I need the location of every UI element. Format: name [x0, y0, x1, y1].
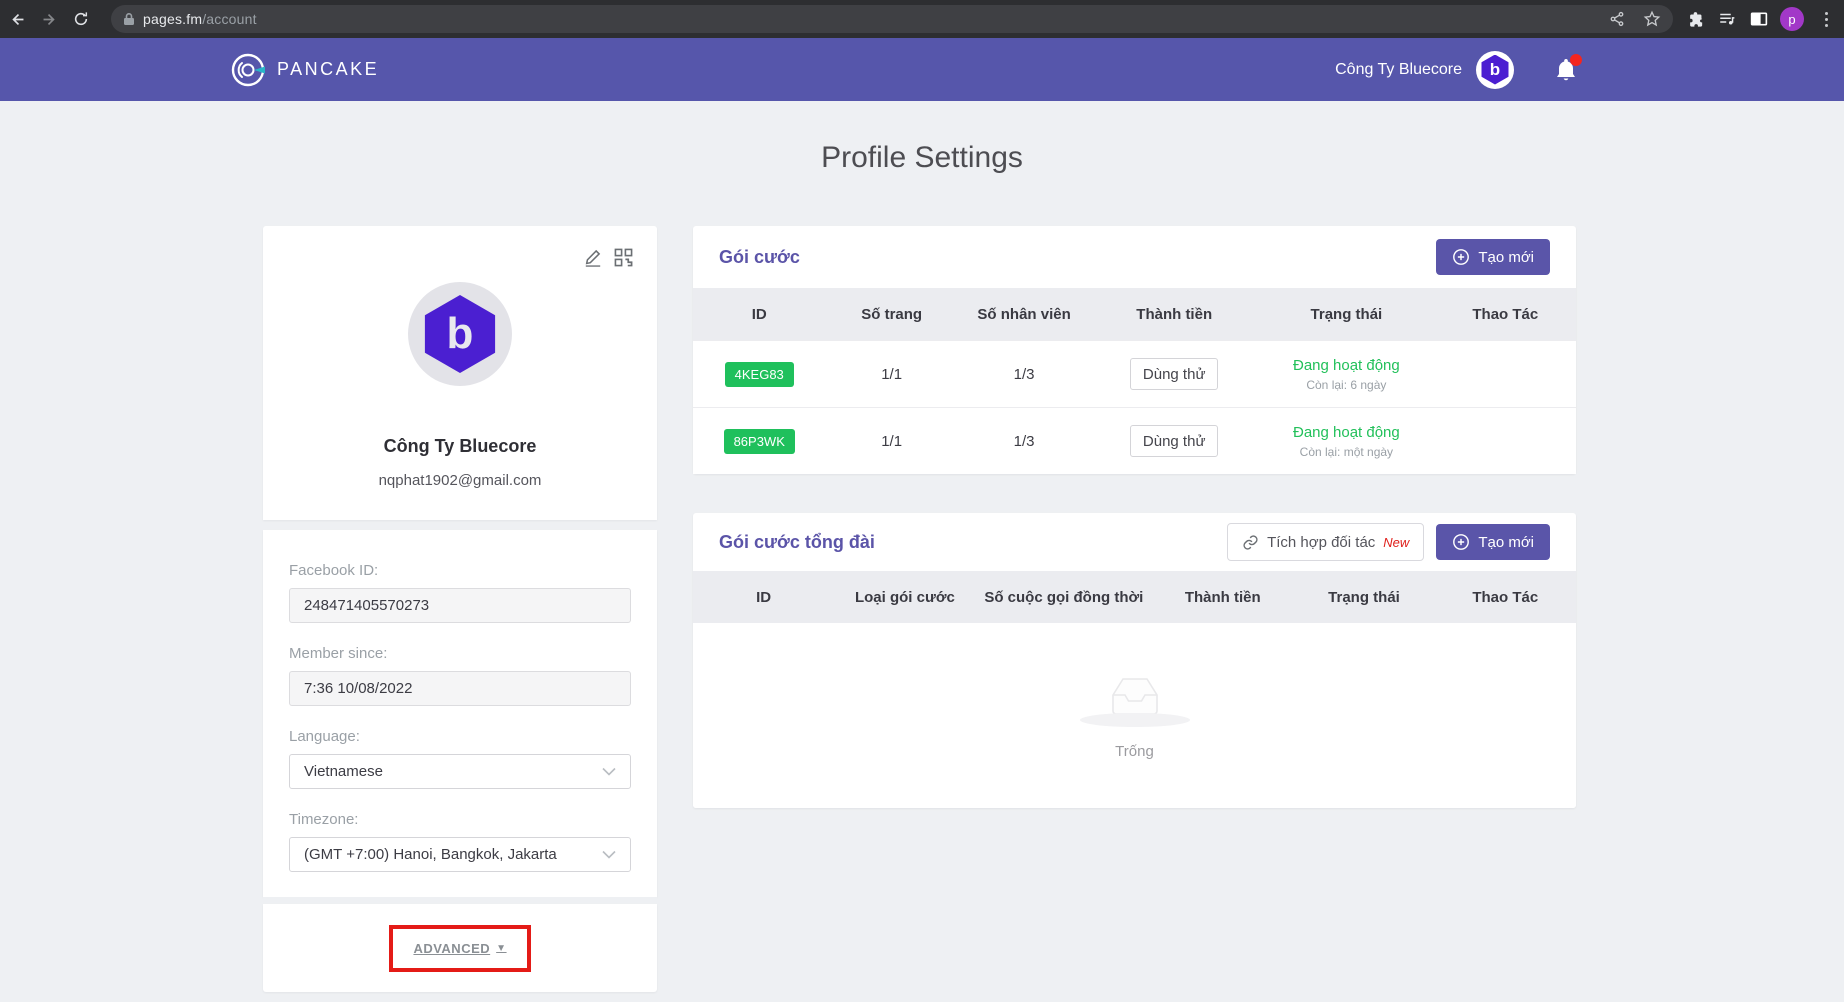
language-label: Language:: [289, 728, 631, 745]
callcenter-card-title: Gói cước tổng đài: [719, 532, 1227, 553]
table-row: 4KEG83 1/1 1/3 Dùng thử Đang hoạt động C…: [693, 340, 1576, 407]
account-name[interactable]: Công Ty Bluecore: [1335, 61, 1462, 79]
profile-card: b Công Ty Bluecore nqphat1902@gmail.com …: [263, 226, 657, 992]
notifications-bell-icon[interactable]: [1554, 57, 1578, 83]
lock-icon: [123, 12, 135, 26]
share-icon[interactable]: [1609, 11, 1625, 27]
profile-name: Công Ty Bluecore: [263, 436, 657, 457]
link-icon: [1242, 534, 1259, 551]
timezone-select[interactable]: (GMT +7:00) Hanoi, Bangkok, Jakarta: [289, 837, 631, 872]
extensions-icon[interactable]: [1685, 8, 1707, 30]
chevron-down-icon: [602, 767, 616, 776]
section-divider: [263, 897, 657, 904]
pancake-logo-icon: [228, 50, 268, 90]
trial-button[interactable]: Dùng thử: [1130, 358, 1219, 390]
profile-avatar[interactable]: b: [408, 282, 512, 386]
empty-state: Trống: [693, 623, 1576, 808]
new-badge: New: [1383, 535, 1409, 550]
create-callcenter-plan-button[interactable]: Tạo mới: [1436, 524, 1550, 560]
member-since-field: 7:36 10/08/2022: [289, 671, 631, 706]
edit-profile-icon[interactable]: [584, 248, 602, 267]
brand-name: PANCAKE: [277, 59, 379, 80]
plus-circle-icon: [1452, 533, 1470, 551]
empty-state-label: Trống: [1115, 743, 1154, 760]
status-subtext: Còn lại: một ngày: [1258, 445, 1435, 459]
member-since-label: Member since:: [289, 645, 631, 662]
account-avatar[interactable]: b: [1476, 51, 1514, 89]
status-text: Đang hoạt động: [1258, 357, 1435, 374]
advanced-toggle-button[interactable]: ADVANCED▼: [413, 941, 506, 956]
plan-id-badge: 4KEG83: [725, 362, 794, 387]
plan-id-badge: 86P3WK: [724, 429, 795, 454]
plans-card: Gói cước Tạo mới ID Số trang Số nhân viê…: [693, 226, 1576, 474]
browser-menu-icon[interactable]: [1815, 8, 1837, 30]
url-text: pages.fm/account: [143, 11, 257, 27]
media-controls-icon[interactable]: [1716, 8, 1738, 30]
partner-integration-button[interactable]: Tích hợp đối tác New: [1227, 523, 1424, 561]
status-text: Đang hoạt động: [1258, 424, 1435, 441]
browser-toolbar: pages.fm/account p: [0, 0, 1844, 38]
address-bar[interactable]: pages.fm/account: [111, 5, 1673, 33]
caret-down-icon: ▼: [496, 943, 506, 954]
side-panel-icon[interactable]: [1748, 8, 1770, 30]
app-header: PANCAKE Công Ty Bluecore b: [0, 38, 1844, 101]
timezone-label: Timezone:: [289, 811, 631, 828]
plans-table-header: ID Số trang Số nhân viên Thành tiền Trạn…: [693, 288, 1576, 340]
language-select[interactable]: Vietnamese: [289, 754, 631, 789]
callcenter-card: Gói cước tổng đài Tích hợp đối tác New T…: [693, 513, 1576, 808]
browser-profile-avatar[interactable]: p: [1780, 7, 1804, 31]
status-subtext: Còn lại: 6 ngày: [1258, 378, 1435, 392]
create-plan-button[interactable]: Tạo mới: [1436, 239, 1550, 275]
trial-button[interactable]: Dùng thử: [1130, 425, 1219, 457]
page-title: Profile Settings: [0, 141, 1844, 175]
callcenter-table-header: ID Loại gói cước Số cuộc gọi đồng thời T…: [693, 571, 1576, 623]
pancake-logo[interactable]: PANCAKE: [228, 38, 379, 101]
section-divider: [263, 520, 657, 530]
facebook-id-label: Facebook ID:: [289, 562, 631, 579]
notification-badge: [1570, 54, 1582, 66]
profile-email: nqphat1902@gmail.com: [263, 472, 657, 489]
back-icon[interactable]: [6, 7, 30, 31]
table-row: 86P3WK 1/1 1/3 Dùng thử Đang hoạt động C…: [693, 407, 1576, 474]
plans-card-title: Gói cước: [719, 247, 1436, 268]
forward-icon[interactable]: [36, 7, 60, 31]
reload-icon[interactable]: [69, 7, 93, 31]
chevron-down-icon: [602, 850, 616, 859]
annotation-highlight-box: ADVANCED▼: [389, 925, 531, 972]
qr-code-icon[interactable]: [614, 248, 633, 267]
bookmark-star-icon[interactable]: [1643, 10, 1661, 28]
plus-circle-icon: [1452, 248, 1470, 266]
facebook-id-field: 248471405570273: [289, 588, 631, 623]
